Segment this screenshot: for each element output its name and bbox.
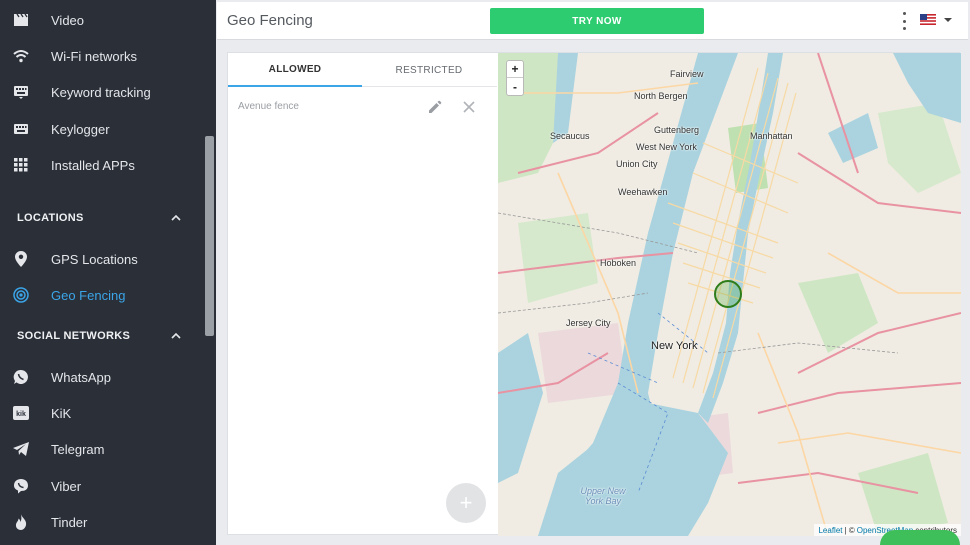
chevron-up-icon <box>171 332 181 339</box>
sidebar-item-whatsapp[interactable]: WhatsApp <box>0 359 203 395</box>
map-label: Weehawken <box>618 187 668 197</box>
tab-allowed[interactable]: ALLOWED <box>228 53 362 87</box>
leaflet-link[interactable]: Leaflet <box>818 526 842 535</box>
sidebar-item-video[interactable]: Video <box>0 2 203 38</box>
map-label: West New York <box>636 142 697 152</box>
video-clapper-icon <box>12 11 30 29</box>
attribution-separator: | © <box>844 525 855 535</box>
map-label: Jersey City <box>566 318 611 328</box>
sidebar-item-label: Video <box>51 12 85 28</box>
sidebar-item-wifi-networks[interactable]: Wi-Fi networks <box>0 38 203 74</box>
sidebar: Video Wi-Fi networks Keyword tracking Ke… <box>0 0 216 545</box>
sidebar-item-label: Wi-Fi networks <box>51 48 137 64</box>
section-title: SOCIAL NETWORKS <box>17 330 131 342</box>
sidebar-item-tinder[interactable]: Tinder <box>0 504 203 540</box>
sidebar-item-label: Keyword tracking <box>51 84 151 100</box>
svg-text:kik: kik <box>16 411 26 418</box>
map-label: Fairview <box>670 69 704 79</box>
section-header-social-networks[interactable]: SOCIAL NETWORKS <box>0 321 203 351</box>
map-tiles <box>498 53 961 536</box>
map-label: Manhattan <box>750 131 793 141</box>
sidebar-item-label: Geo Fencing <box>51 287 126 303</box>
close-icon[interactable] <box>461 99 477 115</box>
viber-icon <box>12 477 30 495</box>
map-zoom-control: + - <box>506 60 524 96</box>
zoom-in-button[interactable]: + <box>507 61 523 78</box>
add-fence-button[interactable]: + <box>446 483 486 523</box>
whatsapp-icon <box>12 368 30 386</box>
sidebar-item-label: Viber <box>51 478 82 494</box>
map-label: Guttenberg <box>654 125 700 135</box>
sidebar-item-label: KiK <box>51 405 72 421</box>
geofence-panel: ALLOWED RESTRICTED Avenue fence + Fairvi… <box>227 52 961 536</box>
map-label: Hoboken <box>600 258 637 268</box>
map-label: Secaucus <box>550 131 590 141</box>
more-options-icon[interactable] <box>899 12 909 30</box>
keyboard-icon <box>12 83 30 101</box>
sidebar-item-keyword-tracking[interactable]: Keyword tracking <box>0 74 203 110</box>
sidebar-scrollbar-thumb[interactable] <box>205 136 214 336</box>
telegram-icon <box>12 440 30 458</box>
fence-tabs: ALLOWED RESTRICTED <box>228 53 497 87</box>
sidebar-item-label: Telegram <box>51 441 105 457</box>
wifi-icon <box>12 47 30 65</box>
sidebar-item-geo-fencing[interactable]: Geo Fencing <box>0 277 203 313</box>
section-title: LOCATIONS <box>17 212 84 224</box>
try-now-button[interactable]: TRY NOW <box>490 8 704 34</box>
us-flag-icon[interactable] <box>920 14 936 25</box>
sidebar-item-kik[interactable]: kik KiK <box>0 395 203 431</box>
map-label: Union City <box>616 159 658 169</box>
zoom-out-button[interactable]: - <box>507 78 523 95</box>
keyboard-icon <box>12 120 30 138</box>
chevron-down-icon[interactable] <box>944 18 952 22</box>
sidebar-item-label: WhatsApp <box>51 369 111 385</box>
sidebar-item-telegram[interactable]: Telegram <box>0 431 203 467</box>
geofence-target-icon <box>12 286 30 304</box>
grid-icon <box>12 156 30 174</box>
top-bar: Geo Fencing TRY NOW <box>217 2 968 40</box>
map-label: Upper New York Bay <box>580 486 626 506</box>
geofence-circle[interactable] <box>714 280 742 308</box>
sidebar-item-viber[interactable]: Viber <box>0 468 203 504</box>
chevron-up-icon <box>171 214 181 221</box>
sidebar-item-label: GPS Locations <box>51 251 138 267</box>
location-pin-icon <box>12 250 30 268</box>
sidebar-item-label: Installed APPs <box>51 157 135 173</box>
section-header-locations[interactable]: LOCATIONS <box>0 203 203 233</box>
list-item[interactable]: Avenue fence <box>228 91 497 121</box>
chat-widget-button[interactable] <box>880 530 960 545</box>
sidebar-item-label: Keylogger <box>51 121 110 137</box>
edit-pencil-icon[interactable] <box>427 99 443 115</box>
sidebar-item-gps-locations[interactable]: GPS Locations <box>0 241 203 277</box>
sidebar-item-keylogger[interactable]: Keylogger <box>0 111 203 147</box>
sidebar-item-label: Tinder <box>51 514 88 530</box>
tinder-flame-icon <box>12 513 30 531</box>
map-label: New York <box>651 340 698 352</box>
kik-icon: kik <box>12 404 30 422</box>
fence-name: Avenue fence <box>238 101 299 112</box>
map-label: North Bergen <box>634 91 688 101</box>
page-title: Geo Fencing <box>227 12 313 29</box>
tab-restricted[interactable]: RESTRICTED <box>362 53 496 87</box>
map-view[interactable]: Fairview North Bergen Guttenberg Secaucu… <box>498 53 961 536</box>
sidebar-item-installed-apps[interactable]: Installed APPs <box>0 147 203 183</box>
